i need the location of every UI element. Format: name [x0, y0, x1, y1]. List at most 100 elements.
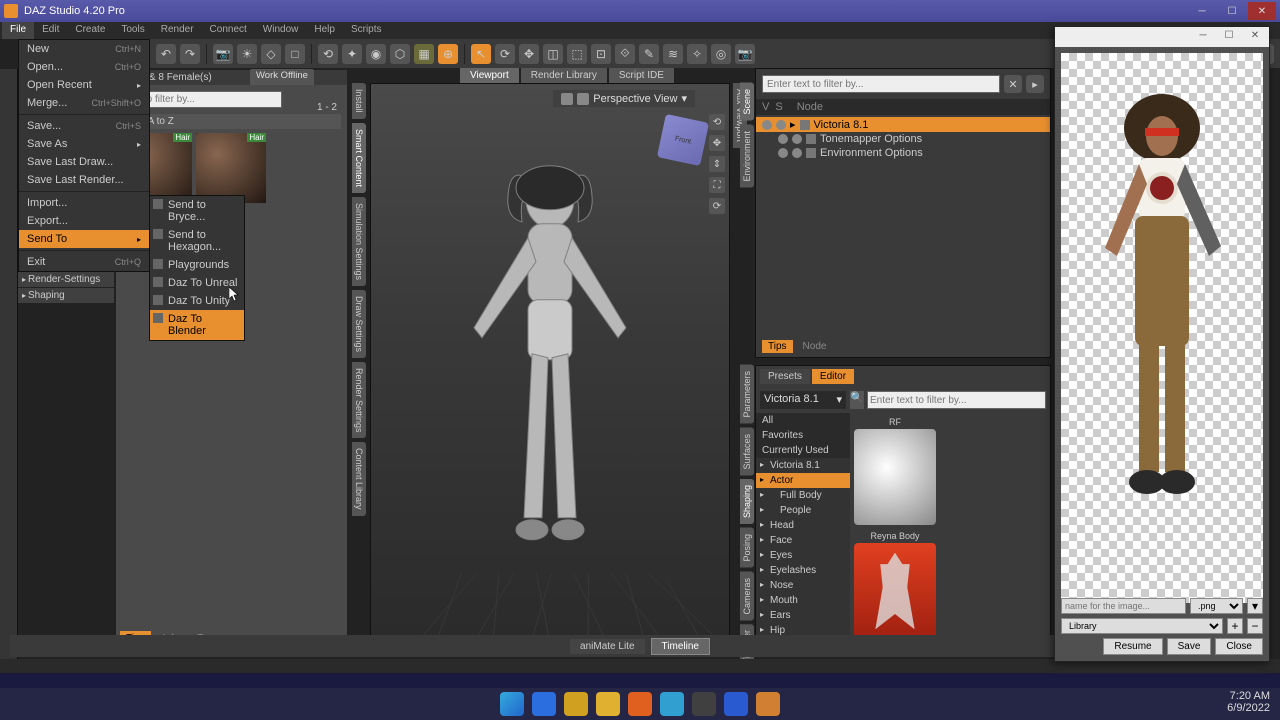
redo-icon[interactable]: ↷ [180, 44, 200, 64]
scene-tab-tips[interactable]: Tips [762, 340, 793, 353]
tool-icon[interactable]: ◉ [366, 44, 386, 64]
taskbar-app[interactable] [724, 692, 748, 716]
taskbar-app[interactable] [628, 692, 652, 716]
library-select[interactable]: Library [1061, 618, 1223, 634]
side-tab-draw[interactable]: Draw Settings [352, 290, 366, 358]
undo-icon[interactable]: ↶ [156, 44, 176, 64]
menu-file[interactable]: File [2, 22, 34, 39]
tab-script-ide[interactable]: Script IDE [609, 68, 674, 83]
cat-render-settings[interactable]: Render-Settings [18, 272, 114, 288]
manipulator-icon[interactable]: ⊕ [438, 44, 458, 64]
taskbar-app[interactable] [564, 692, 588, 716]
spot-render-icon[interactable]: ◎ [711, 44, 731, 64]
tool-icon[interactable]: ⟐ [615, 44, 635, 64]
side-tab-scene[interactable]: Scene [740, 83, 754, 121]
side-tab-shaping[interactable]: Shaping [740, 479, 754, 524]
side-tab-surfaces[interactable]: Surfaces [740, 428, 754, 476]
taskbar-app[interactable] [756, 692, 780, 716]
select-tool-icon[interactable]: ↖ [471, 44, 491, 64]
tool-icon[interactable]: ≋ [663, 44, 683, 64]
param-ears[interactable]: Ears [756, 608, 850, 623]
param-cat-all[interactable]: All [756, 413, 850, 428]
tool-icon[interactable]: ✧ [687, 44, 707, 64]
param-cat-favorites[interactable]: Favorites [756, 428, 850, 443]
param-face[interactable]: Face [756, 533, 850, 548]
dolly-icon[interactable]: ⇕ [709, 156, 725, 172]
system-clock[interactable]: 7:20 AM6/9/2022 [1227, 690, 1270, 714]
menu-connect[interactable]: Connect [202, 22, 255, 39]
menu-save-as[interactable]: Save As▸ [19, 135, 149, 153]
primitive-icon[interactable]: □ [285, 44, 305, 64]
save-button[interactable]: Save [1167, 638, 1212, 655]
param-nose[interactable]: Nose [756, 578, 850, 593]
menu-export[interactable]: Export... [19, 212, 149, 230]
menu-save[interactable]: Save...Ctrl+S [19, 117, 149, 135]
tab-editor[interactable]: Editor [812, 369, 854, 384]
apply-filter-icon[interactable]: ▸ [1026, 75, 1044, 93]
add-button[interactable]: + [1227, 618, 1243, 634]
taskbar-app[interactable] [692, 692, 716, 716]
resume-button[interactable]: Resume [1103, 638, 1162, 655]
scene-filter-input[interactable] [762, 75, 1000, 93]
tool-icon[interactable]: ✎ [639, 44, 659, 64]
content-thumbnail[interactable]: Hair [196, 133, 266, 203]
morph-reyna-body[interactable]: Reyna Body [854, 531, 936, 639]
scene-tab-node[interactable]: Node [797, 340, 833, 353]
param-people[interactable]: People [756, 503, 850, 518]
param-mouth[interactable]: Mouth [756, 593, 850, 608]
tab-viewport[interactable]: Viewport [460, 68, 519, 83]
menu-scripts[interactable]: Scripts [343, 22, 390, 39]
orbit-icon[interactable]: ⟲ [709, 114, 725, 130]
side-tab-cameras[interactable]: Cameras [740, 572, 754, 621]
side-tab-render-settings[interactable]: Render Settings [352, 362, 366, 439]
translate-tool-icon[interactable]: ✥ [519, 44, 539, 64]
side-tab-posing[interactable]: Posing [740, 528, 754, 568]
param-eyes[interactable]: Eyes [756, 548, 850, 563]
side-tab-content-library[interactable]: Content Library [352, 442, 366, 516]
side-tab-simulation[interactable]: Simulation Settings [352, 197, 366, 286]
cat-shaping[interactable]: Shaping [18, 288, 114, 304]
send-to-playgrounds[interactable]: Playgrounds [150, 256, 244, 274]
daz-to-unreal[interactable]: Daz To Unreal [150, 274, 244, 292]
send-to-bryce[interactable]: Send to Bryce... [150, 196, 244, 226]
work-offline-tab[interactable]: Work Offline [250, 69, 314, 85]
scene-node-environment[interactable]: Environment Options [756, 146, 1050, 160]
view-cube[interactable]: Front [657, 114, 709, 166]
light-icon[interactable]: ☀ [237, 44, 257, 64]
pose-icon[interactable]: ⟲ [318, 44, 338, 64]
reset-icon[interactable]: ⟳ [709, 198, 725, 214]
camera-selector[interactable]: Perspective View▾ [553, 90, 695, 107]
taskbar-app[interactable] [532, 692, 556, 716]
pan-icon[interactable]: ✥ [709, 135, 725, 151]
win2-close-button[interactable]: ✕ [1245, 30, 1265, 44]
null-icon[interactable]: ◇ [261, 44, 281, 64]
menu-new[interactable]: NewCtrl+N [19, 40, 149, 58]
side-tab-environment[interactable]: Environment [740, 125, 754, 188]
param-fullbody[interactable]: Full Body [756, 488, 850, 503]
tab-animate-lite[interactable]: aniMate Lite [570, 639, 644, 654]
menu-render[interactable]: Render [153, 22, 202, 39]
menu-edit[interactable]: Edit [34, 22, 67, 39]
ext-options-icon[interactable]: ▾ [1247, 598, 1263, 614]
menu-exit[interactable]: ExitCtrl+Q [19, 253, 149, 271]
menu-open[interactable]: Open...Ctrl+O [19, 58, 149, 76]
start-button[interactable] [500, 692, 524, 716]
menu-save-last-draw[interactable]: Save Last Draw... [19, 153, 149, 171]
scene-node-victoria[interactable]: ▸Victoria 8.1 [756, 117, 1050, 132]
menu-import[interactable]: Import... [19, 194, 149, 212]
remove-button[interactable]: − [1247, 618, 1263, 634]
figure-victoria[interactable] [440, 158, 660, 598]
camera-icon[interactable]: 📷 [213, 44, 233, 64]
taskbar-app[interactable] [660, 692, 684, 716]
tab-render-library[interactable]: Render Library [521, 68, 607, 83]
menu-window[interactable]: Window [255, 22, 307, 39]
tab-presets[interactable]: Presets [760, 369, 810, 384]
menu-tools[interactable]: Tools [113, 22, 152, 39]
minimize-button[interactable]: ─ [1188, 2, 1216, 20]
side-tab-install[interactable]: Install [352, 83, 366, 119]
menu-open-recent[interactable]: Open Recent▸ [19, 76, 149, 94]
transform-tool-icon[interactable]: ⬚ [567, 44, 587, 64]
side-tab-parameters[interactable]: Parameters [740, 365, 754, 424]
rotate-tool-icon[interactable]: ⟳ [495, 44, 515, 64]
menu-save-last-render[interactable]: Save Last Render... [19, 171, 149, 189]
